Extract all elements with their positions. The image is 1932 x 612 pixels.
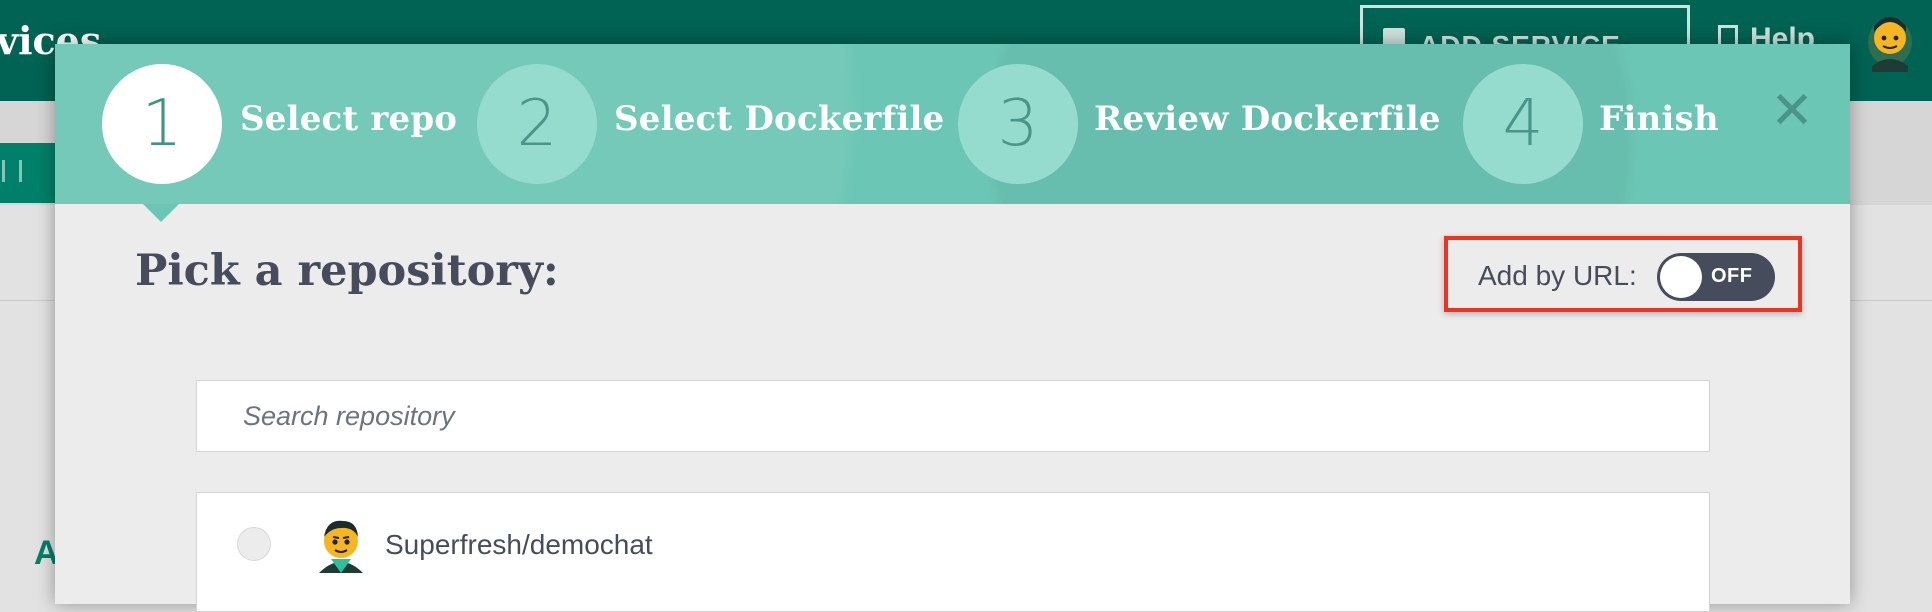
new-service-modal: 1 Select repo 2 Select Dockerfile 3 Revi… <box>55 44 1850 612</box>
add-by-url-highlight: Add by URL: OFF <box>1444 236 1802 312</box>
search-repository-input[interactable] <box>197 381 1709 451</box>
active-step-pointer <box>143 204 179 222</box>
section-title: Pick a repository: <box>135 246 559 296</box>
search-repository-box <box>196 380 1710 452</box>
step-progress-bar: 1 Select repo 2 Select Dockerfile 3 Revi… <box>55 44 1850 204</box>
repo-name: Superfresh/demochat <box>385 529 653 560</box>
step-2-label[interactable]: Select Dockerfile <box>614 99 944 139</box>
user-avatar[interactable] <box>1862 12 1918 72</box>
repo-radio-button[interactable] <box>237 527 271 561</box>
step-1-label[interactable]: Select repo <box>240 99 457 139</box>
toggle-knob <box>1660 256 1702 298</box>
step-4-label[interactable]: Finish <box>1599 99 1719 139</box>
add-by-url-label: Add by URL: <box>1478 260 1637 291</box>
close-icon[interactable]: ✕ <box>1767 85 1817 137</box>
add-by-url-toggle[interactable]: OFF <box>1657 253 1775 301</box>
step-3-label[interactable]: Review Dockerfile <box>1094 99 1441 139</box>
step-4-circle[interactable]: 4 <box>1463 64 1583 184</box>
menu-icon <box>2 160 22 182</box>
toggle-state-label: OFF <box>1711 265 1753 287</box>
step-2-circle[interactable]: 2 <box>477 64 597 184</box>
repo-owner-avatar <box>319 520 363 573</box>
step-1-circle[interactable]: 1 <box>102 64 222 184</box>
step-3-circle[interactable]: 3 <box>958 64 1078 184</box>
repository-list: Superfresh/demochat <box>196 492 1710 612</box>
